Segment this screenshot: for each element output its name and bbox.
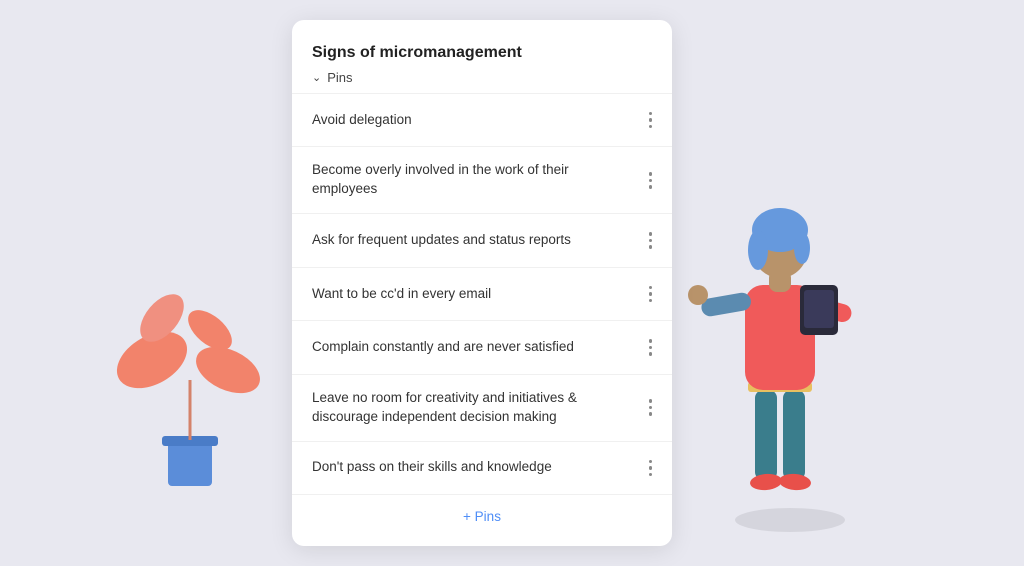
items-list: Avoid delegation Become overly involved i… (292, 93, 672, 494)
list-item[interactable]: Want to be cc'd in every email (292, 267, 672, 321)
add-pins-button[interactable]: + Pins (292, 494, 672, 538)
list-item-text: Become overly involved in the work of th… (312, 161, 645, 199)
chevron-down-icon: ⌄ (312, 71, 321, 84)
scene: Signs of micromanagement ⌄ Pins Avoid de… (0, 0, 1024, 566)
dots-menu-icon[interactable] (645, 335, 657, 360)
dots-menu-icon[interactable] (645, 395, 657, 420)
dots-menu-icon[interactable] (645, 168, 657, 193)
list-item-text: Avoid delegation (312, 111, 645, 130)
dots-menu-icon[interactable] (645, 108, 657, 133)
card-title: Signs of micromanagement (292, 44, 672, 70)
list-item-text: Complain constantly and are never satisf… (312, 338, 645, 357)
list-item[interactable]: Ask for frequent updates and status repo… (292, 213, 672, 267)
pins-header[interactable]: ⌄ Pins (292, 70, 672, 93)
list-item[interactable]: Complain constantly and are never satisf… (292, 320, 672, 374)
list-item-text: Ask for frequent updates and status repo… (312, 231, 645, 250)
card: Signs of micromanagement ⌄ Pins Avoid de… (292, 20, 672, 546)
list-item[interactable]: Become overly involved in the work of th… (292, 146, 672, 213)
list-item[interactable]: Avoid delegation (292, 93, 672, 147)
list-item[interactable]: Leave no room for creativity and initiat… (292, 374, 672, 441)
list-item-text: Leave no room for creativity and initiat… (312, 389, 645, 427)
pins-header-label: Pins (327, 70, 352, 85)
dots-menu-icon[interactable] (645, 456, 657, 481)
dots-menu-icon[interactable] (645, 282, 657, 307)
list-item-text: Want to be cc'd in every email (312, 285, 645, 304)
add-pins-label: + Pins (463, 509, 501, 524)
list-item-text: Don't pass on their skills and knowledge (312, 458, 645, 477)
list-item[interactable]: Don't pass on their skills and knowledge (292, 441, 672, 495)
dots-menu-icon[interactable] (645, 228, 657, 253)
